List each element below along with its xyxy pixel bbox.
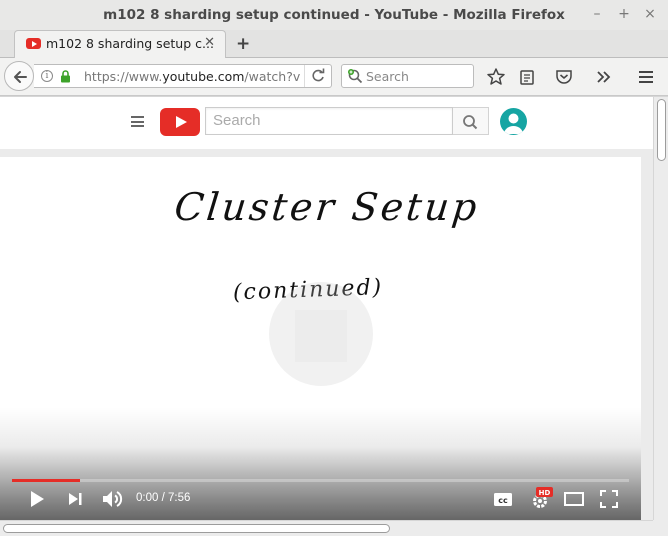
next-icon[interactable] <box>66 490 86 508</box>
navigation-toolbar: i https://www.youtube.com/watch?v Search <box>0 58 668 96</box>
tab-strip: m102 8 sharding setup c... ✕ + <box>0 30 668 59</box>
stop-overlay-icon[interactable] <box>295 310 347 362</box>
lock-icon[interactable] <box>60 70 71 83</box>
close-tab-icon[interactable]: ✕ <box>204 35 215 50</box>
back-button[interactable] <box>4 61 34 91</box>
reload-button[interactable] <box>304 65 331 87</box>
volume-icon[interactable] <box>101 488 125 510</box>
menu-icon[interactable] <box>636 67 656 87</box>
scrollbar-corner <box>653 520 668 536</box>
svg-text:cc: cc <box>498 496 508 505</box>
youtube-search-placeholder: Search <box>213 112 261 129</box>
tab-youtube[interactable]: m102 8 sharding setup c... ✕ <box>14 30 226 59</box>
captions-icon[interactable]: cc <box>493 492 513 507</box>
reload-icon <box>312 68 325 82</box>
progress-bar[interactable] <box>12 479 629 482</box>
url-text[interactable]: https://www.youtube.com/watch?v <box>84 69 300 84</box>
youtube-search-button[interactable] <box>453 107 489 135</box>
play-icon[interactable] <box>27 489 47 509</box>
slide-title: Cluster Setup <box>172 185 481 229</box>
youtube-logo[interactable] <box>160 108 200 136</box>
close-window-button[interactable]: × <box>642 6 658 22</box>
bookmark-star-icon[interactable] <box>486 67 506 87</box>
progress-played <box>12 479 80 482</box>
horizontal-scroll-thumb[interactable] <box>3 524 390 533</box>
back-icon <box>14 71 27 83</box>
reading-list-icon[interactable] <box>517 67 537 87</box>
hd-badge: HD <box>536 487 553 497</box>
user-avatar[interactable] <box>500 108 527 135</box>
horizontal-scrollbar[interactable] <box>0 520 653 536</box>
tab-label: m102 8 sharding setup c... <box>46 36 214 51</box>
search-bar[interactable]: Search <box>341 64 474 88</box>
avatar-icon <box>504 113 523 134</box>
page-content: Search Cluster Setup (continued) 0:00 / … <box>0 97 653 520</box>
time-display: 0:00 / 7:56 <box>136 492 191 504</box>
info-icon[interactable]: i <box>41 70 53 82</box>
vertical-scrollbar[interactable] <box>653 97 668 520</box>
theater-mode-icon[interactable] <box>563 491 585 507</box>
search-engine-icon[interactable] <box>347 68 364 85</box>
pocket-icon[interactable] <box>554 67 574 87</box>
hamburger-menu-icon[interactable] <box>131 116 144 127</box>
fullscreen-icon[interactable] <box>599 489 619 509</box>
youtube-header: Search <box>0 97 653 149</box>
overflow-icon[interactable] <box>593 67 613 87</box>
url-bar[interactable]: i https://www.youtube.com/watch?v <box>34 64 332 88</box>
youtube-icon <box>26 38 41 49</box>
youtube-search-input[interactable]: Search <box>205 107 453 135</box>
video-player[interactable]: Cluster Setup (continued) 0:00 / 7:56 cc <box>0 157 641 520</box>
svg-text:HD: HD <box>539 489 551 497</box>
window-titlebar: m102 8 sharding setup continued - YouTub… <box>0 0 668 30</box>
time-current: 0:00 <box>136 492 159 504</box>
search-bar-placeholder: Search <box>366 69 409 84</box>
minimize-button[interactable]: – <box>589 6 605 22</box>
maximize-button[interactable]: + <box>616 6 632 22</box>
new-tab-button[interactable]: + <box>236 34 250 54</box>
window-title: m102 8 sharding setup continued - YouTub… <box>103 7 565 23</box>
vertical-scroll-thumb[interactable] <box>657 99 666 161</box>
time-total: 7:56 <box>167 492 191 504</box>
search-icon <box>463 115 478 130</box>
